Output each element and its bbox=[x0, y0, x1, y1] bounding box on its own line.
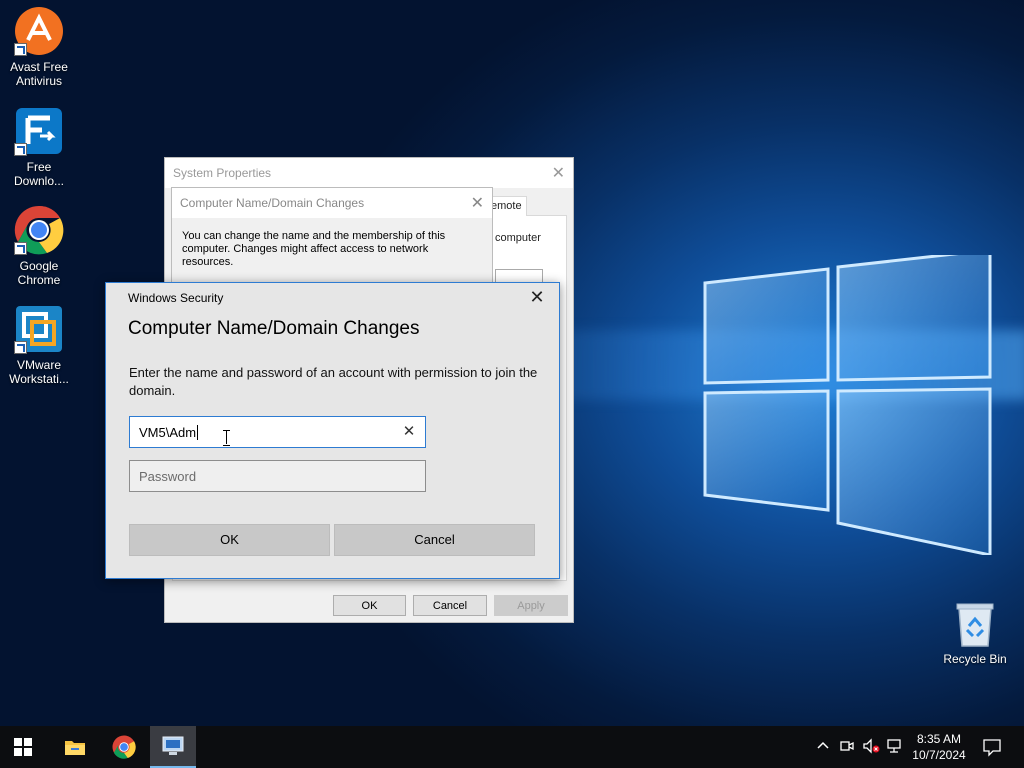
taskbar-clock[interactable]: 8:35 AM 10/7/2024 bbox=[905, 731, 973, 763]
close-icon[interactable]: ✕ bbox=[552, 163, 565, 183]
clock-date: 10/7/2024 bbox=[912, 748, 966, 762]
description-line: You can change the name and the membersh… bbox=[182, 230, 446, 242]
username-field[interactable]: VM5\Adm ✕ bbox=[129, 416, 426, 448]
start-button[interactable] bbox=[0, 726, 46, 768]
notification-center-icon[interactable] bbox=[982, 737, 1002, 757]
clock-time: 8:35 AM bbox=[916, 732, 962, 746]
desktop-icon-label: Google bbox=[19, 259, 59, 273]
desktop-icon-google-chrome[interactable]: Google Chrome bbox=[1, 205, 77, 287]
panel-text: computer bbox=[495, 232, 541, 244]
window-title: Computer Name/Domain Changes bbox=[172, 188, 492, 218]
recycle-bin-label: Recycle Bin bbox=[943, 652, 1007, 666]
meet-now-icon[interactable] bbox=[838, 738, 856, 756]
chrome-icon bbox=[14, 205, 64, 255]
desktop-icon-label: Chrome bbox=[17, 273, 61, 287]
description: You can change the name and the membersh… bbox=[172, 218, 492, 281]
vmware-icon bbox=[14, 304, 64, 354]
desktop-icon-label: Downlo... bbox=[13, 174, 65, 188]
avast-icon bbox=[14, 6, 64, 56]
show-hidden-icons-chevron-icon[interactable] bbox=[814, 738, 832, 756]
ibeam-cursor-icon bbox=[223, 430, 231, 446]
apply-button[interactable]: Apply bbox=[494, 595, 568, 616]
desktop-icon-vmware-workstation[interactable]: VMware Workstati... bbox=[1, 304, 77, 386]
username-value: VM5\Adm bbox=[139, 425, 197, 440]
desktop-icon-avast[interactable]: Avast Free Antivirus bbox=[1, 6, 77, 88]
taskbar-chrome[interactable] bbox=[101, 726, 147, 768]
description-line: computer. Changes might affect access to… bbox=[182, 243, 429, 268]
close-icon[interactable]: ✕ bbox=[527, 287, 547, 307]
dialog-title: Windows Security bbox=[128, 291, 224, 305]
desktop-icon-free-download-manager[interactable]: Free Downlo... bbox=[1, 106, 77, 188]
desktop-icon-label: Workstati... bbox=[9, 372, 69, 386]
ok-button[interactable]: OK bbox=[333, 595, 406, 616]
ok-button[interactable]: OK bbox=[129, 524, 330, 556]
cancel-button[interactable]: Cancel bbox=[413, 595, 487, 616]
network-icon[interactable] bbox=[886, 738, 904, 756]
system-properties-icon bbox=[162, 736, 184, 755]
text-caret bbox=[197, 425, 199, 440]
taskbar: 8:35 AM 10/7/2024 bbox=[0, 726, 1024, 768]
shortcut-arrow-icon bbox=[14, 242, 27, 255]
desktop-icon-recycle-bin[interactable]: Recycle Bin bbox=[940, 600, 1010, 666]
close-icon[interactable]: ✕ bbox=[471, 193, 484, 213]
desktop-icon-label: Free bbox=[26, 160, 52, 174]
tab-remote[interactable]: emote bbox=[487, 196, 527, 216]
folder-icon bbox=[65, 741, 85, 755]
chrome-icon bbox=[112, 735, 136, 759]
recycle-bin-icon bbox=[956, 603, 994, 647]
shortcut-arrow-icon bbox=[14, 143, 27, 156]
shortcut-arrow-icon bbox=[14, 43, 27, 56]
windows-security-dialog: Windows Security ✕ Computer Name/Domain … bbox=[105, 282, 560, 579]
desktop-icon-label: Avast Free bbox=[10, 60, 68, 74]
domain-changes-window: Computer Name/Domain Changes ✕ You can c… bbox=[171, 187, 493, 297]
windows-start-icon bbox=[14, 738, 32, 756]
desktop-icon-label: VMware bbox=[16, 358, 61, 372]
password-field[interactable]: Password bbox=[129, 460, 426, 492]
volume-muted-icon[interactable] bbox=[862, 738, 880, 756]
windows-logo-wallpaper bbox=[690, 248, 1000, 557]
dialog-heading: Computer Name/Domain Changes bbox=[128, 318, 420, 339]
cancel-button[interactable]: Cancel bbox=[334, 524, 535, 556]
window-title: System Properties bbox=[165, 158, 573, 188]
shortcut-arrow-icon bbox=[14, 341, 27, 354]
free-download-manager-icon bbox=[14, 106, 64, 156]
password-placeholder: Password bbox=[139, 469, 197, 484]
taskbar-system-properties[interactable] bbox=[150, 726, 196, 768]
desktop-icon-label: Antivirus bbox=[15, 74, 62, 88]
taskbar-file-explorer[interactable] bbox=[52, 726, 98, 768]
dialog-message: Enter the name and password of an accoun… bbox=[129, 365, 538, 398]
clear-icon[interactable]: ✕ bbox=[399, 422, 419, 442]
